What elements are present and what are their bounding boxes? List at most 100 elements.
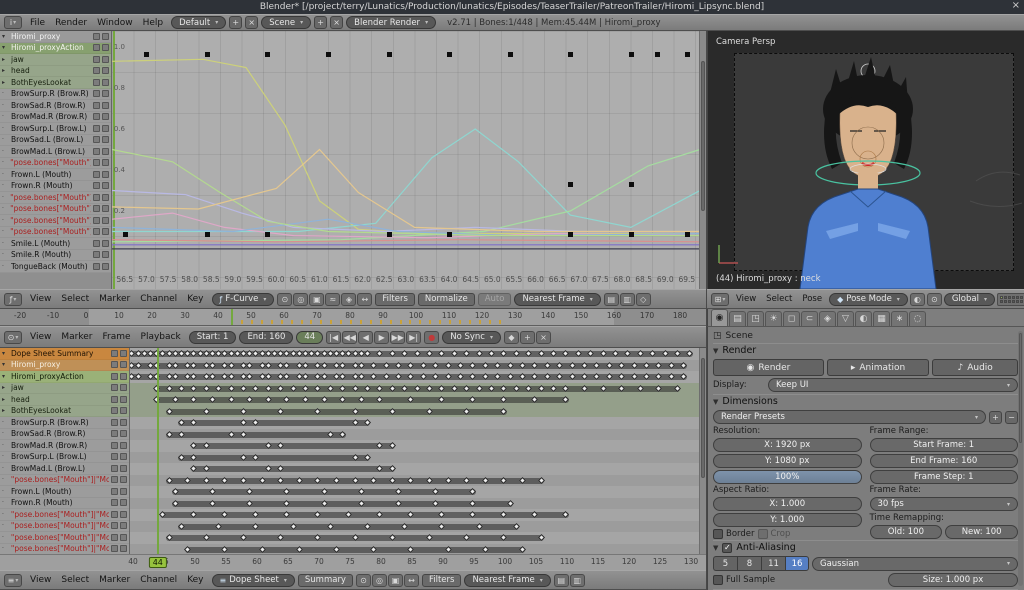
mute-icon[interactable] [111, 350, 118, 357]
lock-icon[interactable] [102, 90, 109, 97]
channel-row[interactable]: ·BrowSad.R (Brow.R) [0, 100, 111, 112]
fcurve-line[interactable] [112, 59, 699, 233]
frame-range-icon[interactable]: ↔ [357, 293, 372, 306]
channel-row[interactable]: ·"pose.bones["Mouth"]|"Mc [0, 475, 129, 487]
lock-icon[interactable] [120, 373, 127, 380]
layer-toggle[interactable] [1012, 296, 1015, 299]
paste-keyframes-icon[interactable]: ▥ [620, 293, 635, 306]
tab-scene[interactable]: ◳ [747, 311, 764, 326]
channel-row[interactable]: ▾Hiromi_proxy [0, 360, 129, 372]
channel-row[interactable]: ·Frown.L (Mouth) [0, 169, 111, 181]
dope-menu-view[interactable]: View [25, 575, 56, 585]
jump-to-start-button[interactable]: |◀ [326, 331, 341, 344]
keyframe-point[interactable] [205, 52, 210, 57]
summary-toggle[interactable]: Summary [298, 574, 353, 587]
mute-icon[interactable] [93, 159, 100, 166]
editor-type-icon[interactable]: ⊞ [711, 293, 729, 306]
graph-menu-marker[interactable]: Marker [94, 294, 135, 304]
channel-row[interactable]: ·Smile.R (Mouth) [0, 250, 111, 262]
lock-icon[interactable] [102, 217, 109, 224]
pivot-point-icon[interactable]: ⊙ [927, 293, 942, 306]
timeline-ruler[interactable]: -20-100102030405060708090100110120130140… [0, 309, 706, 326]
lock-icon[interactable] [120, 465, 127, 472]
channel-row[interactable]: ▾Dope Sheet Summary [0, 348, 129, 360]
channel-row[interactable]: ·"pose.bones["Mouth"]|"[ [0, 192, 111, 204]
mute-icon[interactable] [93, 136, 100, 143]
channel-row[interactable]: ▸jaw [0, 383, 129, 395]
panel-title-dimensions[interactable]: Dimensions [722, 396, 777, 407]
mute-icon[interactable] [111, 396, 118, 403]
lock-icon[interactable] [120, 511, 127, 518]
keyframe-tick[interactable] [459, 320, 461, 324]
lock-icon[interactable] [102, 33, 109, 40]
channel-row[interactable]: ·Frown.R (Mouth) [0, 181, 111, 193]
mute-icon[interactable] [111, 419, 118, 426]
lock-icon[interactable] [120, 522, 127, 529]
tab-constraints[interactable]: ⊂ [801, 311, 818, 326]
fcurve-line[interactable] [112, 191, 699, 232]
mute-icon[interactable] [111, 534, 118, 541]
channel-row[interactable]: ·BrowSurp.R (Brow.R) [0, 417, 129, 429]
delete-key-icon[interactable]: × [536, 331, 551, 344]
mute-icon[interactable] [93, 251, 100, 258]
mute-icon[interactable] [93, 102, 100, 109]
aa-samples-16-button[interactable]: 16 [785, 556, 809, 571]
lock-icon[interactable] [102, 148, 109, 155]
crop-checkbox[interactable] [758, 529, 768, 539]
tab-data[interactable]: ▽ [837, 311, 854, 326]
keyframe-tick[interactable] [419, 320, 421, 324]
current-frame-field[interactable]: 44 [296, 331, 323, 344]
keyframe-tick[interactable] [350, 320, 352, 324]
mute-icon[interactable] [111, 545, 118, 552]
fcurve-line[interactable] [112, 150, 699, 232]
keyframe-point[interactable] [568, 52, 573, 57]
lock-icon[interactable] [120, 488, 127, 495]
channel-row[interactable]: ·"pose.bones["Mouth"]|"[ [0, 227, 111, 239]
filters-button[interactable]: Filters [375, 293, 414, 306]
keyframe-point[interactable] [568, 182, 573, 187]
lock-icon[interactable] [120, 350, 127, 357]
keyframe-tick[interactable] [271, 320, 273, 324]
lock-icon[interactable] [120, 430, 127, 437]
channel-row[interactable]: ▸head [0, 66, 111, 78]
normalize-auto-toggle[interactable]: Auto [478, 293, 512, 306]
layer-toggle[interactable] [1012, 300, 1015, 303]
mute-curves-icon[interactable]: ▣ [309, 293, 324, 306]
channel-row[interactable]: ▸jaw [0, 54, 111, 66]
keyframe-tick[interactable] [390, 320, 392, 324]
play-button[interactable]: ▶ [374, 331, 389, 344]
mute-icon[interactable] [111, 453, 118, 460]
tab-physics[interactable]: ◌ [909, 311, 926, 326]
prev-keyframe-button[interactable]: ◀◀ [342, 331, 357, 344]
aa-samples-5-button[interactable]: 5 [713, 556, 737, 571]
keyframe-tick[interactable] [479, 320, 481, 324]
keyframe-point[interactable] [326, 52, 331, 57]
mute-channels-icon[interactable]: ▣ [388, 574, 403, 587]
channel-row[interactable]: ·"pose.bones["Mouth"]|"[ [0, 158, 111, 170]
layer-toggle[interactable] [1016, 296, 1019, 299]
keyframe-tick[interactable] [499, 320, 501, 324]
layer-toggle[interactable] [1020, 300, 1023, 303]
tab-material[interactable]: ◐ [855, 311, 872, 326]
lock-icon[interactable] [120, 407, 127, 414]
channel-row[interactable]: ▾Hiromi_proxyAction [0, 371, 129, 383]
insert-key-icon[interactable]: + [520, 331, 535, 344]
graph-scrollbar[interactable] [699, 31, 706, 289]
frame-start-field[interactable]: Start: 1 [189, 331, 237, 344]
keyframe-tick[interactable] [251, 320, 253, 324]
tab-render-layers[interactable]: ▤ [729, 311, 746, 326]
mute-icon[interactable] [111, 499, 118, 506]
copy-keyframes-icon[interactable]: ▤ [554, 574, 569, 587]
keyframe-tick[interactable] [380, 320, 382, 324]
keyframe-point[interactable] [568, 232, 573, 237]
channel-row[interactable]: ▾Hiromi_proxy [0, 31, 111, 43]
keyframe-point[interactable] [629, 52, 634, 57]
mute-icon[interactable] [93, 44, 100, 51]
keyframe-tick[interactable] [330, 320, 332, 324]
editor-type-icon[interactable]: i [4, 16, 22, 29]
mute-icon[interactable] [93, 67, 100, 74]
mute-icon[interactable] [93, 148, 100, 155]
character-hiromi[interactable] [708, 31, 1024, 289]
editor-type-icon[interactable]: ⊙ [4, 331, 22, 344]
keyframe-point[interactable] [265, 52, 270, 57]
